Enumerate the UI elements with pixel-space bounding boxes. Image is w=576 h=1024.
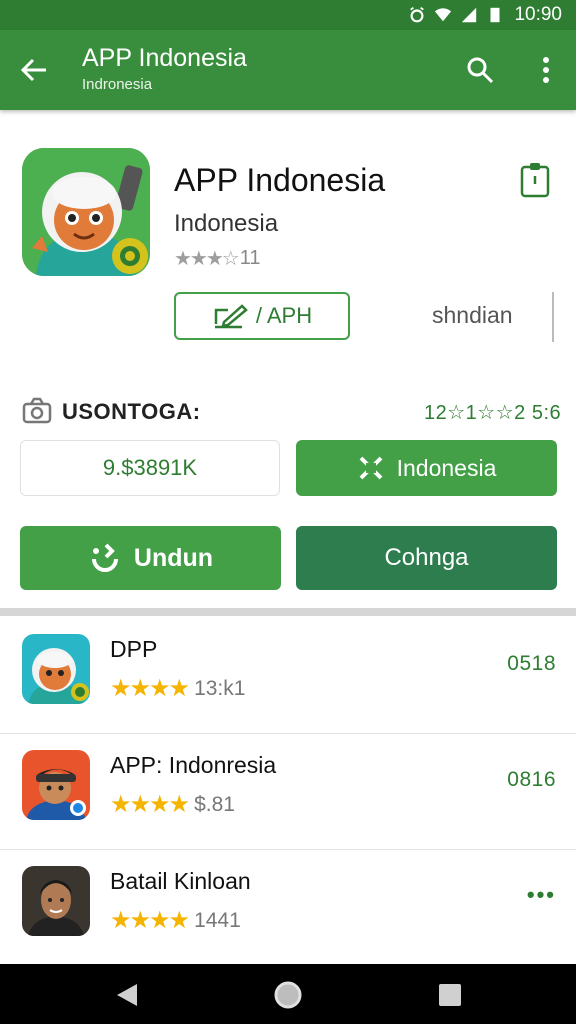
app-developer[interactable]: Indonesia <box>174 210 278 238</box>
circle-home-icon <box>274 981 302 1009</box>
shuffle-icon <box>359 456 383 480</box>
back-button[interactable] <box>14 50 54 90</box>
side-label: shndian <box>432 302 513 328</box>
rating-count: 11 <box>239 247 261 269</box>
search-icon <box>467 57 494 84</box>
apk-button[interactable]: / APH <box>174 292 350 340</box>
item-title: Batail Kinloan <box>110 868 251 894</box>
rating-stars: ★★★★ <box>110 675 190 702</box>
item-thumbnail <box>22 866 90 936</box>
clipboard-icon <box>520 163 550 198</box>
navigation-bar <box>0 964 576 1024</box>
indonesia-button[interactable]: Indonesia <box>296 440 557 496</box>
arrow-back-icon <box>20 58 46 82</box>
camera-icon <box>22 397 52 424</box>
nav-home-button[interactable] <box>271 978 305 1012</box>
undun-button[interactable]: Undun <box>20 526 281 590</box>
item-title: APP: Indonresia <box>110 752 277 778</box>
section-divider <box>0 608 576 616</box>
wifi-icon <box>435 8 452 22</box>
item-rating: ★★★★ 1441 <box>110 906 241 935</box>
more-options-button[interactable] <box>526 50 566 90</box>
clipboard-button[interactable] <box>516 160 554 200</box>
cohnga-button[interactable]: Cohnga <box>296 526 557 590</box>
indonesia-button-label: Indonesia <box>396 454 497 481</box>
list-item[interactable]: Batail Kinloan ★★★★ 1441 ••• <box>0 850 576 966</box>
app-rating: ★★★☆ 11 <box>174 246 260 271</box>
item-rating: ★★★★ $.81 <box>110 790 235 819</box>
rating-stars: ★★★☆ <box>174 248 240 270</box>
item-value: 0816 <box>507 768 556 791</box>
item-value: 0518 <box>507 652 556 675</box>
square-recents-icon <box>439 984 461 1006</box>
item-rating-text: 1441 <box>194 908 241 932</box>
nav-back-button[interactable] <box>110 978 144 1012</box>
list-item[interactable]: APP: Indonresia ★★★★ $.81 0816 <box>0 734 576 850</box>
price-box[interactable]: 9.$3891K <box>20 440 280 496</box>
rating-stars: ★★★★ <box>110 907 190 934</box>
alarm-icon <box>410 7 425 23</box>
item-thumbnail <box>22 750 90 820</box>
more-vert-icon <box>543 57 549 83</box>
refresh-icon <box>91 543 118 572</box>
cohnga-button-label: Cohnga <box>384 544 469 571</box>
item-thumbnail <box>22 634 90 704</box>
item-rating-text: 13:k1 <box>194 676 246 700</box>
battery-icon <box>490 7 500 23</box>
app-bar-subtitle: Indronesia <box>82 76 153 93</box>
item-title: DPP <box>110 636 158 662</box>
app-icon <box>22 148 150 276</box>
status-time: 10:90 <box>514 4 562 25</box>
side-divider <box>552 292 554 342</box>
status-bar: 10:90 <box>0 0 576 30</box>
signal-icon <box>462 7 477 23</box>
app-title: APP Indonesia <box>174 162 386 198</box>
edit-icon <box>214 304 248 329</box>
app-bar-title: APP Indonesia <box>82 44 247 72</box>
status-icons <box>408 6 504 24</box>
info-row-label: USONTOGA: <box>62 399 201 424</box>
undun-button-label: Undun <box>133 543 214 572</box>
item-rating-text: $.81 <box>194 792 235 816</box>
more-horiz-icon[interactable]: ••• <box>527 882 556 908</box>
app-bar: APP Indonesia Indronesia <box>0 30 576 110</box>
rating-stars: ★★★★ <box>110 791 190 818</box>
triangle-back-icon <box>117 984 137 1006</box>
item-rating: ★★★★ 13:k1 <box>110 674 245 703</box>
nav-recents-button[interactable] <box>433 978 467 1012</box>
search-button[interactable] <box>460 50 500 90</box>
list-item[interactable]: DPP ★★★★ 13:k1 0518 <box>0 618 576 734</box>
apk-button-label: / APH <box>255 303 313 328</box>
info-row-value: 12☆1☆☆2 5:6 <box>424 402 562 424</box>
